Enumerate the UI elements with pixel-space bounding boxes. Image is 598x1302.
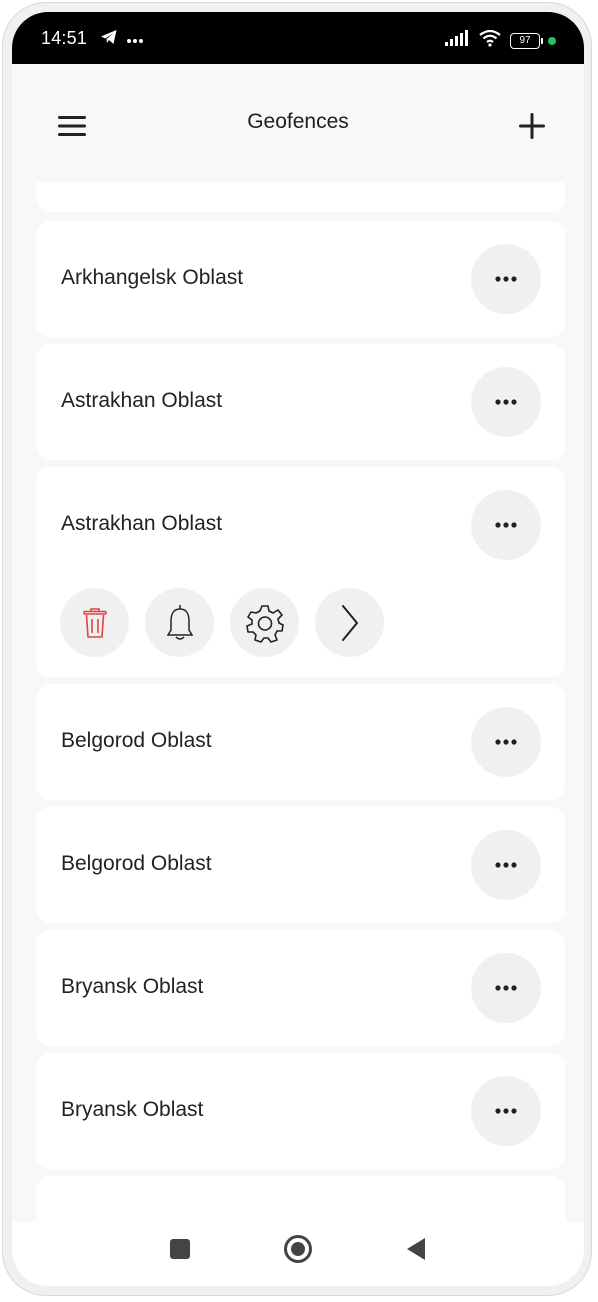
geofence-name: Arkhangelsk Oblast [61, 266, 244, 289]
charging-dot-icon [548, 36, 556, 45]
geofence-name: Astrakhan Oblast [61, 389, 223, 412]
more-options-button[interactable] [471, 953, 541, 1023]
geofence-item[interactable]: Belgorod Oblast [36, 684, 565, 800]
geofence-item-expanded[interactable]: Astrakhan Oblast [36, 467, 565, 677]
screen: 14:51 97 Geofences Arkhangelsk Oblast As… [12, 12, 584, 1286]
more-horizontal-icon [495, 399, 517, 405]
more-horizontal-icon [495, 276, 517, 282]
system-nav-bar [12, 1222, 584, 1286]
list-item-partial-bottom[interactable] [36, 1176, 565, 1222]
geofence-item[interactable]: Astrakhan Oblast [36, 344, 565, 460]
battery-icon: 97 [510, 32, 543, 49]
geofence-list[interactable]: Arkhangelsk Oblast Astrakhan Oblast Astr… [12, 182, 584, 1222]
home-button[interactable] [283, 1234, 313, 1269]
status-bar: 14:51 97 [12, 12, 584, 64]
geofence-item[interactable]: Bryansk Oblast [36, 930, 565, 1046]
circle-home-icon [284, 1234, 312, 1263]
square-recent-icon [170, 1238, 190, 1259]
wifi-icon [478, 29, 502, 52]
more-horizontal-icon [495, 739, 517, 745]
plus-icon [519, 112, 545, 144]
settings-button[interactable] [230, 588, 299, 657]
triangle-back-icon [407, 1237, 425, 1260]
more-options-button[interactable] [471, 830, 541, 900]
geofence-name: Bryansk Oblast [61, 1098, 204, 1121]
more-options-button[interactable] [471, 490, 541, 560]
add-geofence-button[interactable] [510, 108, 554, 148]
geofence-name: Astrakhan Oblast [61, 512, 223, 535]
status-notification-icons [100, 29, 144, 50]
signal-icon [444, 30, 470, 51]
more-horizontal-icon [495, 522, 517, 528]
open-details-button[interactable] [315, 588, 384, 657]
trash-icon [82, 607, 107, 638]
geofence-item[interactable]: Belgorod Oblast [36, 807, 565, 923]
more-horizontal-icon [495, 985, 517, 991]
more-horizontal-icon [495, 1108, 517, 1114]
more-options-button[interactable] [471, 367, 541, 437]
list-item-partial-top[interactable] [36, 182, 565, 212]
geofence-item[interactable]: Bryansk Oblast [36, 1053, 565, 1169]
phone-frame: 14:51 97 Geofences Arkhangelsk Oblast As… [2, 2, 592, 1296]
recents-button[interactable] [169, 1238, 191, 1265]
more-options-button[interactable] [471, 1076, 541, 1146]
chevron-right-icon [341, 604, 358, 641]
bell-icon [166, 604, 193, 640]
more-horizontal-icon [495, 862, 517, 868]
geofence-name: Belgorod Oblast [61, 852, 212, 875]
more-options-button[interactable] [471, 707, 541, 777]
back-button[interactable] [405, 1237, 427, 1266]
geofence-name: Bryansk Oblast [61, 975, 204, 998]
more-dots-icon [126, 31, 144, 49]
geofence-actions [60, 588, 384, 657]
notifications-button[interactable] [145, 588, 214, 657]
status-time: 14:51 [41, 28, 88, 48]
app-header: Geofences [12, 64, 584, 182]
more-options-button[interactable] [471, 244, 541, 314]
delete-button[interactable] [60, 588, 129, 657]
geofence-item[interactable]: Arkhangelsk Oblast [36, 221, 565, 337]
telegram-icon [100, 29, 118, 50]
status-system-icons: 97 [444, 29, 556, 52]
page-title: Geofences [247, 110, 349, 133]
geofence-name: Belgorod Oblast [61, 729, 212, 752]
gear-icon [245, 604, 284, 643]
